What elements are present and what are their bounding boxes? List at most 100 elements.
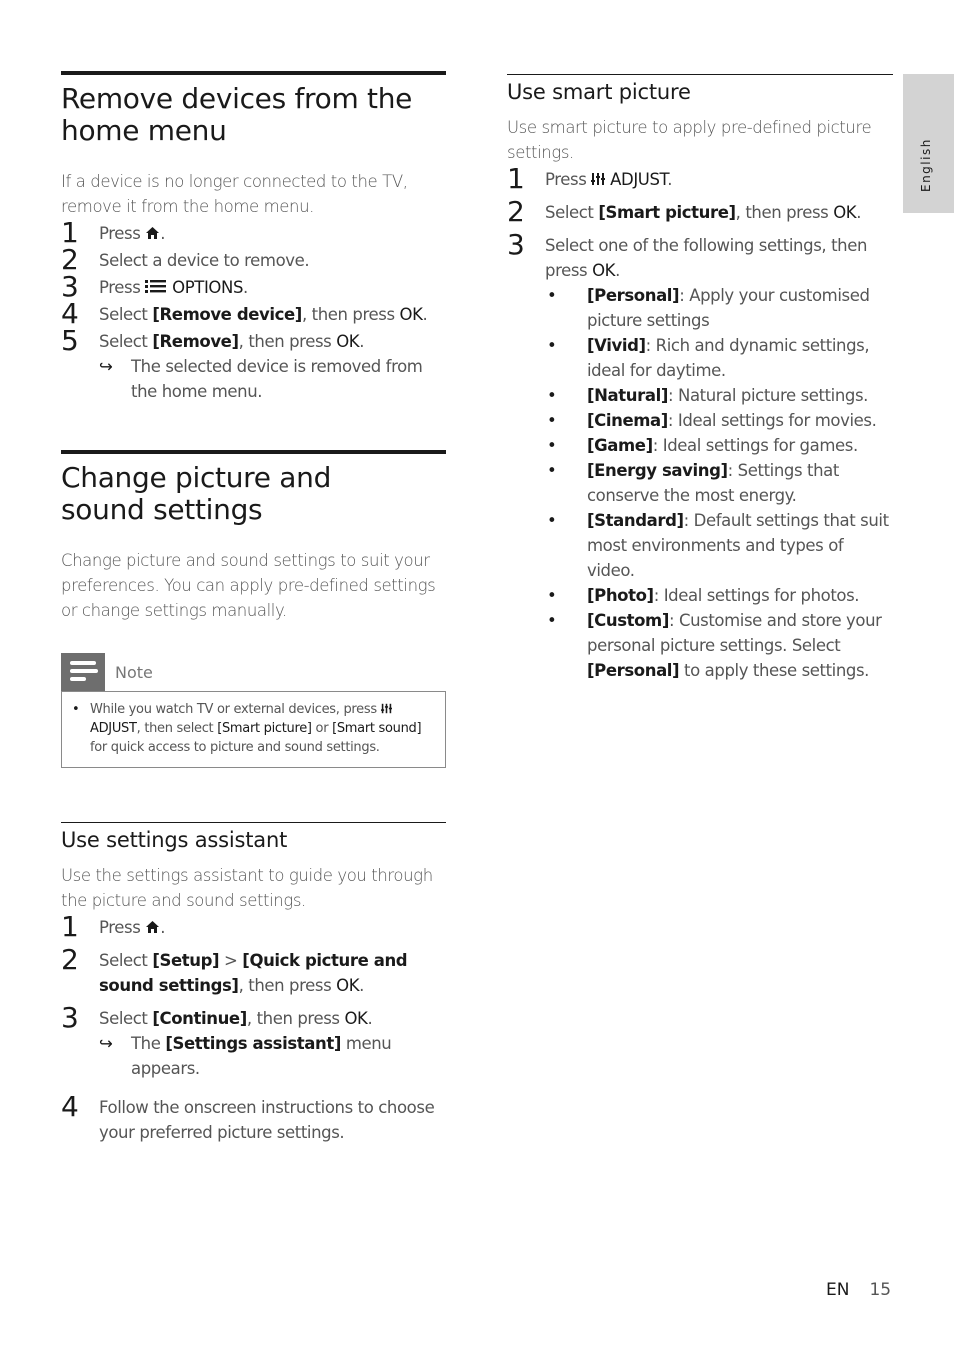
picture-option: • [Standard]: Default settings that suit … (545, 508, 893, 583)
step-text: , then press (301, 305, 400, 324)
option-name: [Vivid] (587, 336, 646, 355)
section-divider (61, 822, 446, 823)
step-text: Select (99, 951, 153, 970)
step: 1 Press ADJUST. (507, 162, 893, 195)
step: 5 Select [Remove], then press OK. (61, 324, 446, 357)
home-icon (146, 921, 160, 933)
step-number: 4 (61, 297, 79, 330)
assistant-steps: 1 Press . 2 Select [Setup] > [Quick pictur… (61, 910, 446, 1034)
step-text: Press (545, 170, 592, 189)
note-text: for quick access to picture and sound se… (90, 740, 380, 755)
note-label: Note (115, 662, 153, 682)
step-number: 2 (507, 195, 525, 228)
key-label: ADJUST (610, 170, 668, 189)
step-text: > (219, 951, 243, 970)
section-divider (61, 450, 446, 454)
menu-option: [Remove] (152, 332, 239, 351)
language-label: English (919, 138, 933, 192)
option-name: [Photo] (587, 586, 654, 605)
step-number: 5 (61, 324, 79, 357)
result-text: The selected device is removed from the … (131, 357, 423, 401)
option-desc: : Natural picture settings. (668, 386, 869, 405)
step: 2 Select [Setup] > [Quick picture and sou… (61, 946, 446, 998)
picture-option: • [Natural]: Natural picture settings. (545, 383, 893, 408)
section-divider (507, 74, 893, 75)
bullet: • (547, 511, 557, 530)
step-text: , then press (246, 1009, 345, 1028)
step-text: Select (99, 332, 153, 351)
option-desc: : Ideal settings for movies. (667, 411, 877, 430)
key-label: OK (399, 305, 423, 324)
section-title-change-settings: Change picture and sound settings (61, 461, 332, 526)
smart-steps: 1 Press ADJUST. 2 Select [Smart picture], … (507, 165, 893, 283)
result-text: The (131, 1034, 166, 1053)
note-item: • While you watch TV or external devices,… (72, 702, 422, 755)
result-arrow-icon: ↪ (99, 357, 113, 376)
step-text: . (856, 203, 862, 222)
options-icon (145, 280, 167, 293)
section-title-settings-assistant: Use settings assistant (61, 828, 288, 852)
step-text: Select a device to remove. (99, 251, 310, 270)
step-number: 1 (507, 162, 525, 195)
bullet: • (547, 586, 557, 605)
step-number: 2 (61, 243, 79, 276)
picture-option: • [Personal]: Apply your customised pictu… (545, 283, 893, 333)
smart-picture-options: • [Personal]: Apply your customised pictu… (545, 283, 893, 683)
step-number: 2 (61, 943, 79, 976)
bullet: • (547, 611, 557, 630)
option-desc: : Ideal settings for photos. (653, 586, 860, 605)
option-desc: : Ideal settings for games. (652, 436, 858, 455)
page-footer: EN 15 (826, 1280, 891, 1300)
step: 2 Select a device to remove. (61, 243, 446, 276)
step-text: . (160, 918, 166, 937)
picture-option: • [Energy saving]: Settings that conserve… (545, 458, 893, 508)
menu-option: [Smart picture] (598, 203, 736, 222)
bullet: • (547, 461, 557, 480)
key-label: OK (592, 261, 616, 280)
menu-option: [Setup] (152, 951, 220, 970)
remove-steps: 1 Press . 2 Select a device to remove. 3 Pr… (61, 219, 446, 357)
step-text: Select (99, 1009, 153, 1028)
step-text: Press (99, 918, 146, 937)
option-name: [Game] (587, 436, 653, 455)
picture-option: • [Vivid]: Rich and dynamic settings, ide… (545, 333, 893, 383)
right-column: Use smart picture Use smart picture to a… (507, 74, 893, 683)
menu-option: [Continue] (152, 1009, 247, 1028)
menu-option: [Settings assistant] (165, 1034, 341, 1053)
assistant-intro: Use the settings assistant to guide you … (61, 866, 433, 910)
note-text: While you watch TV or external devices, … (90, 702, 381, 717)
note-text: or (311, 721, 333, 736)
key-label: OK (344, 1009, 368, 1028)
section-title-smart-picture: Use smart picture (507, 80, 691, 104)
result-arrow-icon: ↪ (99, 1034, 113, 1053)
bullet: • (547, 286, 557, 305)
key-label: OK (833, 203, 857, 222)
bullet: • (547, 436, 557, 455)
key-label: OK (336, 332, 360, 351)
step-number: 1 (61, 910, 79, 943)
step-text: Press (99, 278, 146, 297)
section-title-remove-devices: Remove devices from the home menu (61, 82, 413, 147)
step-text: . (667, 170, 673, 189)
step-text: , then press (238, 976, 337, 995)
step: 1 Press . (61, 219, 446, 247)
assistant-steps-cont: 4 Follow the onscreen instructions to cho… (61, 1093, 446, 1145)
step-text: , then press (238, 332, 337, 351)
step-text: . (359, 332, 365, 351)
remove-intro: If a device is no longer connected to th… (61, 172, 408, 216)
step: 3 Press OPTIONS. (61, 273, 446, 301)
step-text: . (160, 224, 166, 243)
step-result: ↪ The [Settings assistant] menu appears. (99, 1031, 446, 1081)
option-name: [Personal] (587, 286, 680, 305)
step-text: Select (545, 203, 599, 222)
option-name: [Personal] (587, 661, 680, 680)
picture-option: • [Cinema]: Ideal settings for movies. (545, 408, 893, 433)
step-number: 3 (61, 1001, 79, 1034)
option-name: [Standard] (587, 511, 684, 530)
note-text: , then select (136, 721, 218, 736)
step-text: Follow the onscreen instructions to choo… (99, 1098, 435, 1142)
step-number: 3 (507, 228, 525, 261)
page-number: 15 (869, 1280, 892, 1300)
language-tab: English (903, 74, 954, 213)
picture-option: • [Game]: Ideal settings for games. (545, 433, 893, 458)
